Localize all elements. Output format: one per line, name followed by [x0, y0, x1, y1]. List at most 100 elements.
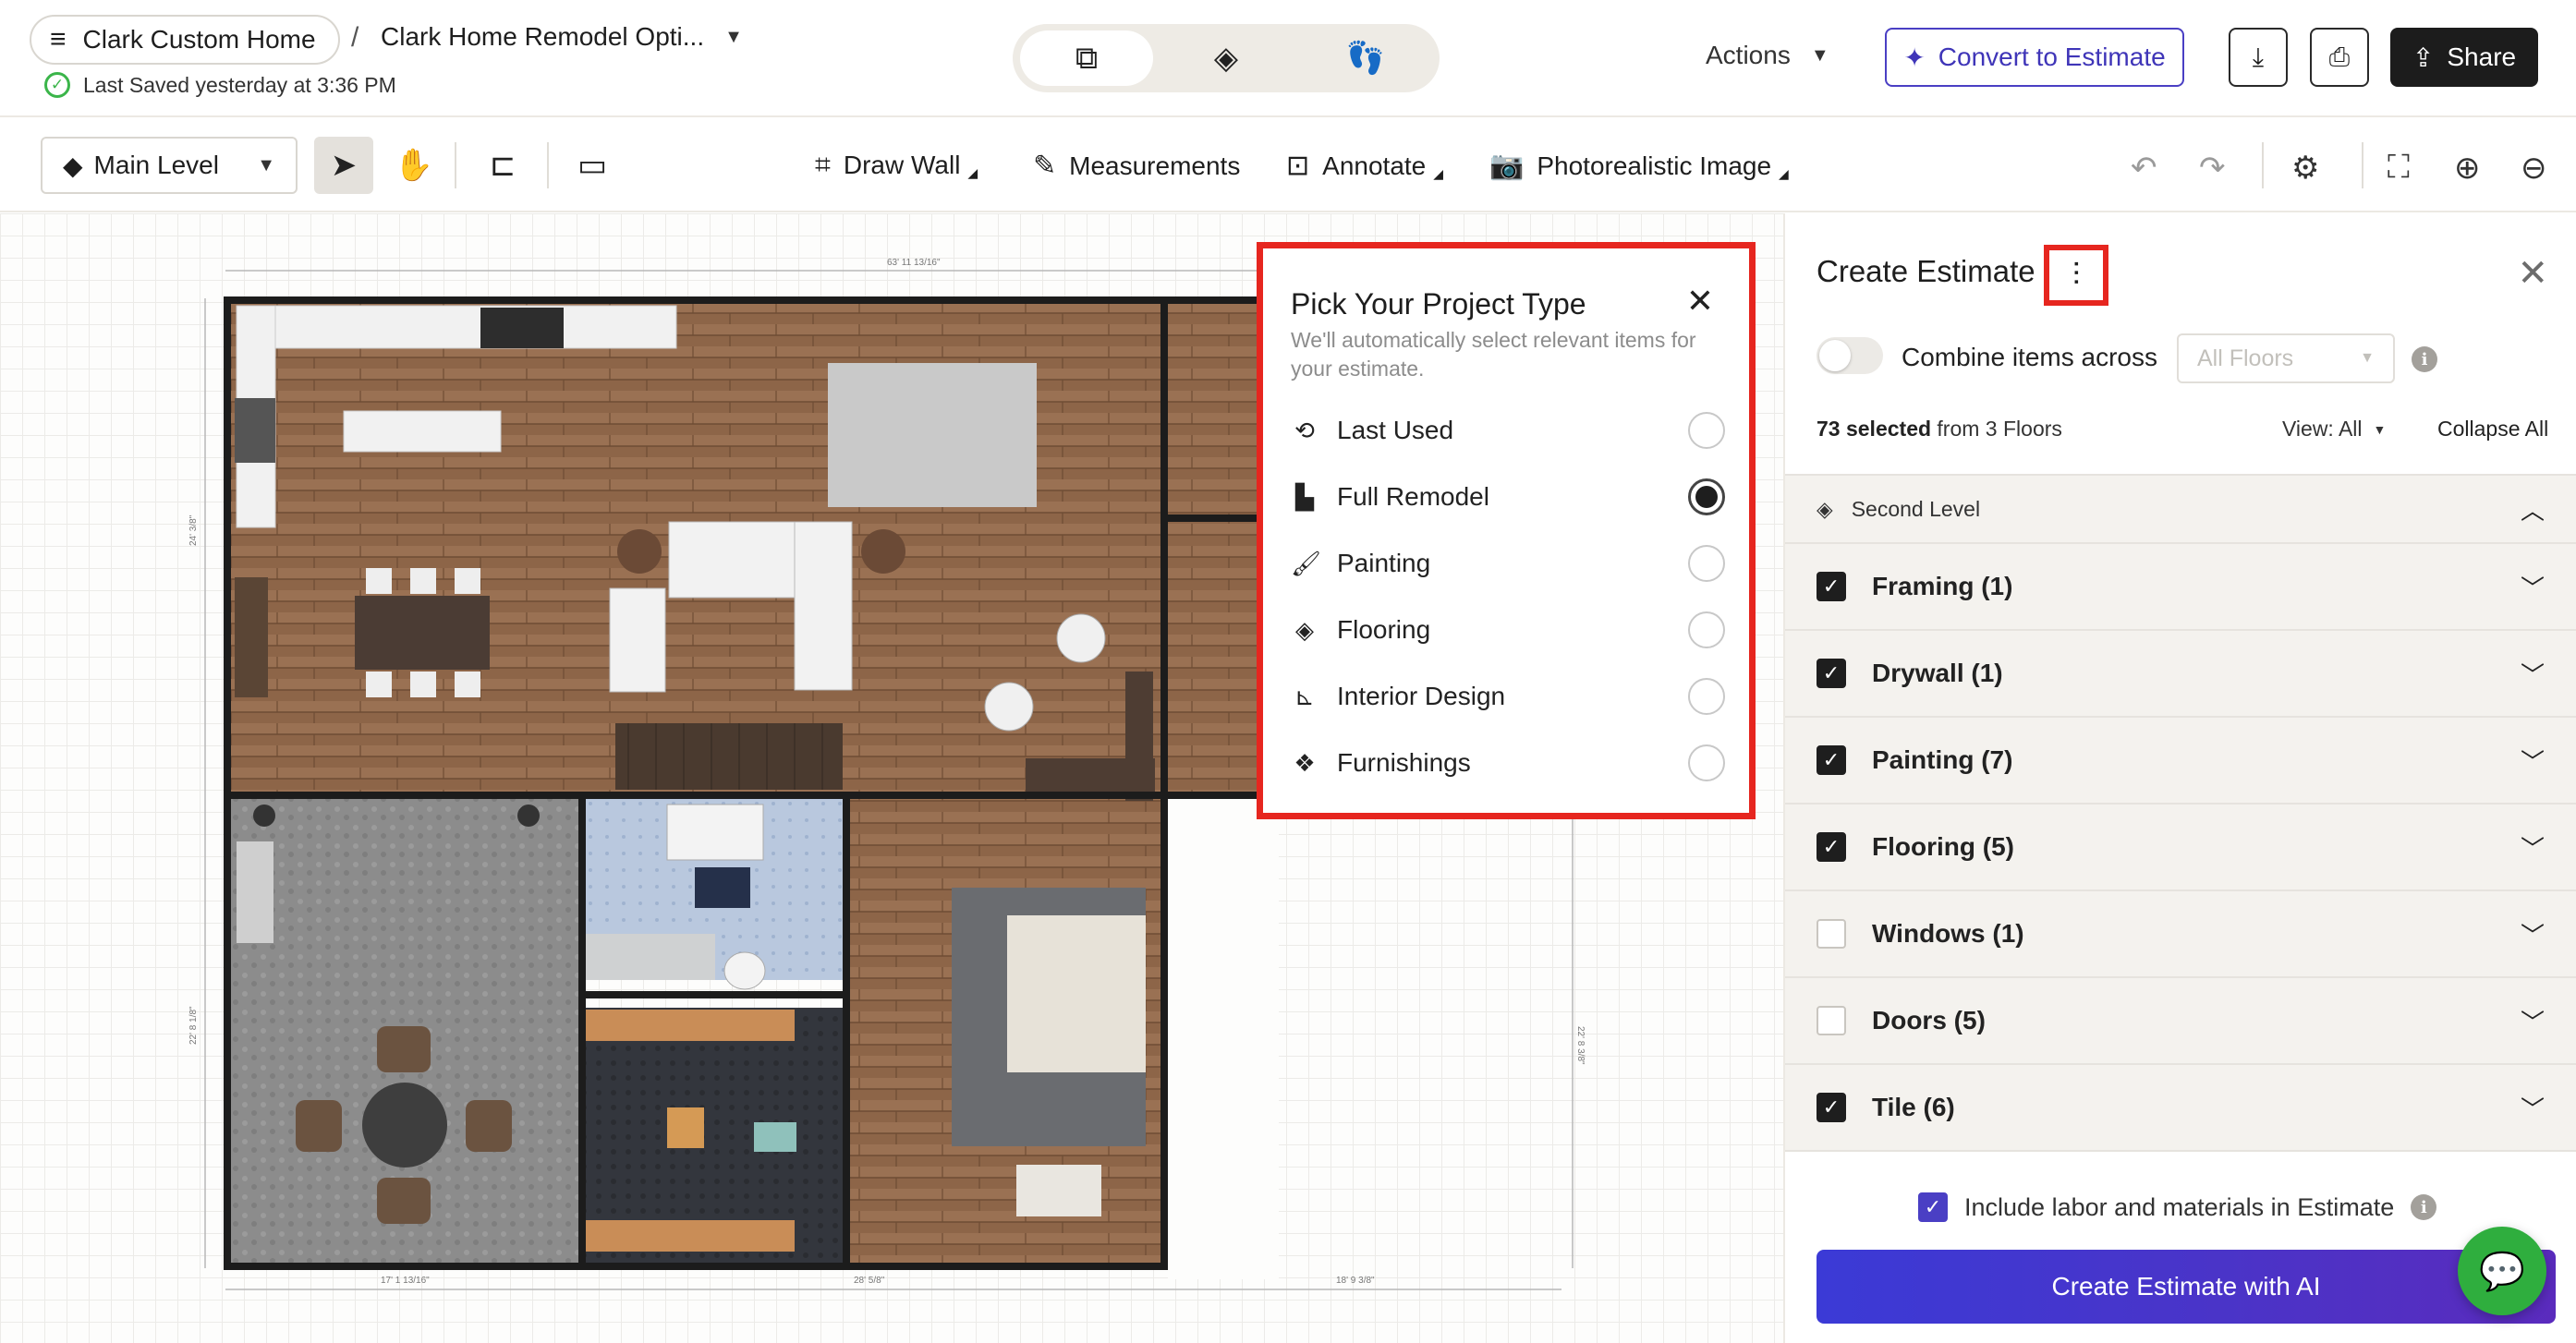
level-group-header[interactable]: ◈ Second Level ︿	[1785, 474, 2576, 544]
project-type-label: Flooring	[1337, 615, 1431, 644]
view-2d-button[interactable]: ⧉	[1020, 30, 1153, 86]
chevron-down-icon[interactable]: ﹀	[2521, 744, 2545, 778]
project-type-painting[interactable]: 🖌 Painting	[1291, 540, 1725, 587]
annotate-tool[interactable]: ⊡ Annotate ◢	[1286, 150, 1443, 182]
pointer-arrow-icon: ➤	[330, 148, 358, 183]
zoom-in-icon[interactable]: ⊕	[2454, 150, 2481, 187]
submenu-corner-icon: ◢	[1779, 166, 1789, 181]
chevron-down-icon[interactable]: ﹀	[2521, 830, 2545, 865]
floors-select[interactable]: All Floors ▼	[2177, 333, 2395, 383]
category-label: Tile (6)	[1872, 1093, 1955, 1121]
view-3d-button[interactable]: ◈	[1160, 30, 1293, 86]
project-type-radio[interactable]	[1688, 412, 1725, 449]
chevron-down-icon[interactable]: ﹀	[2521, 917, 2545, 951]
submenu-corner-icon: ◢	[967, 165, 978, 180]
actions-label: Actions	[1706, 41, 1791, 69]
dimension-label: 18' 9 3/8"	[1336, 1276, 1375, 1286]
sliders-icon[interactable]: ⫶	[2044, 245, 2108, 306]
redo-icon[interactable]: ↷	[2199, 150, 2226, 187]
undo-icon[interactable]: ↶	[2131, 150, 2157, 187]
breadcrumb-separator: /	[351, 22, 359, 53]
info-icon[interactable]: i	[2412, 346, 2437, 372]
close-icon[interactable]: ✕	[1686, 282, 1714, 321]
info-icon[interactable]: i	[2411, 1194, 2437, 1220]
category-row-painting[interactable]: ✓ Painting (7) ﹀	[1785, 718, 2576, 805]
panel-title: Create Estimate	[1817, 254, 2035, 288]
actions-menu[interactable]: Actions ▼	[1706, 41, 1829, 70]
combine-items-toggle[interactable]	[1817, 337, 1883, 374]
category-row-drywall[interactable]: ✓ Drywall (1) ﹀	[1785, 631, 2576, 718]
paint-brush-icon: 🖌	[1291, 549, 1322, 577]
fit-to-screen-icon[interactable]: ⛶	[2388, 150, 2410, 186]
convert-to-estimate-button[interactable]: ✦ Convert to Estimate	[1885, 28, 2184, 87]
include-labor-option[interactable]: ✓ Include labor and materials in Estimat…	[1918, 1192, 2437, 1222]
category-row-flooring[interactable]: ✓ Flooring (5) ﹀	[1785, 805, 2576, 891]
caret-down-icon: ▼	[724, 26, 743, 47]
project-type-full-remodel[interactable]: ▙ Full Remodel	[1291, 474, 1725, 520]
category-row-tile[interactable]: ✓ Tile (6) ﹀	[1785, 1065, 2576, 1152]
close-icon[interactable]: ✕	[2517, 252, 2548, 295]
category-row-doors[interactable]: Doors (5) ﹀	[1785, 978, 2576, 1065]
share-button[interactable]: ⇪ Share	[2390, 28, 2538, 87]
project-type-furnishings[interactable]: ❖ Furnishings	[1291, 740, 1725, 786]
project-type-radio[interactable]	[1688, 744, 1725, 781]
selected-count: 73 selected	[1817, 417, 1932, 441]
category-row-framing[interactable]: ✓ Framing (1) ﹀	[1785, 544, 2576, 631]
project-type-flooring[interactable]: ◈ Flooring	[1291, 607, 1725, 653]
category-checkbox[interactable]: ✓	[1817, 659, 1846, 688]
layers-icon: ◈	[1817, 496, 1833, 521]
collapse-all-button[interactable]: Collapse All	[2437, 417, 2548, 442]
print-button[interactable]: ⎙	[2310, 28, 2369, 87]
include-labor-checkbox[interactable]: ✓	[1918, 1192, 1948, 1222]
project-type-interior-design[interactable]: ⊾ Interior Design	[1291, 673, 1725, 720]
download-button[interactable]: ⤓	[2229, 28, 2288, 87]
design-selector[interactable]: Clark Home Remodel Opti... ▼	[381, 22, 743, 52]
include-labor-label: Include labor and materials in Estimate	[1964, 1192, 2395, 1221]
project-type-radio[interactable]	[1688, 678, 1725, 715]
category-row-windows[interactable]: Windows (1) ﹀	[1785, 891, 2576, 978]
view-walkthrough-button[interactable]: 👣	[1299, 30, 1432, 86]
category-checkbox[interactable]	[1817, 1006, 1846, 1035]
gear-icon[interactable]: ⚙	[2291, 150, 2319, 187]
category-checkbox[interactable]: ✓	[1817, 745, 1846, 775]
project-type-radio[interactable]	[1688, 545, 1725, 582]
select-tool[interactable]: ➤	[314, 137, 373, 194]
pan-tool[interactable]: ✋	[392, 137, 436, 194]
toolbar-divider	[547, 142, 549, 188]
chevron-down-icon[interactable]: ﹀	[2521, 657, 2545, 691]
chevron-down-icon[interactable]: ﹀	[2521, 570, 2545, 604]
zoom-out-icon[interactable]: ⊖	[2521, 150, 2547, 187]
project-type-radio[interactable]	[1688, 478, 1725, 515]
app-header: ≡ Clark Custom Home / Clark Home Remodel…	[0, 0, 2576, 117]
project-type-label: Painting	[1337, 549, 1431, 577]
view-mode-toggle: ⧉ ◈ 👣	[1013, 24, 1440, 92]
submenu-corner-icon: ◢	[1433, 166, 1444, 181]
chevron-down-icon[interactable]: ﹀	[2521, 1004, 2545, 1038]
popup-title: Pick Your Project Type	[1291, 287, 1586, 321]
dimension-label: 17' 1 13/16"	[381, 1276, 430, 1286]
project-type-radio[interactable]	[1688, 611, 1725, 648]
level-selector[interactable]: ◆ Main Level ▼	[41, 137, 298, 194]
category-label: Painting (7)	[1872, 745, 2013, 774]
category-checkbox[interactable]	[1817, 919, 1846, 949]
draw-wall-tool[interactable]: ⌗ Draw Wall ◢	[815, 150, 978, 181]
measurements-tool[interactable]: ✎ Measurements	[1033, 150, 1240, 182]
project-type-last-used[interactable]: ⟲ Last Used	[1291, 407, 1725, 454]
footsteps-icon: 👣	[1345, 41, 1386, 76]
category-checkbox[interactable]: ✓	[1817, 1093, 1846, 1122]
chat-button[interactable]: 💬	[2458, 1227, 2546, 1315]
category-checkbox[interactable]: ✓	[1817, 832, 1846, 862]
category-checkbox[interactable]: ✓	[1817, 572, 1846, 601]
hand-icon: ✋	[394, 148, 434, 183]
chevron-down-icon[interactable]: ﹀	[2521, 1091, 2545, 1125]
magnet-tool[interactable]: ⊏	[479, 137, 527, 194]
view-filter[interactable]: View: All ▼	[2282, 417, 2386, 442]
comment-tool[interactable]: ▭	[571, 137, 614, 194]
photorealistic-image-tool[interactable]: 📷 Photorealistic Image ◢	[1489, 150, 1789, 182]
create-estimate-button[interactable]: Create Estimate with AI	[1817, 1250, 2556, 1324]
project-menu-button[interactable]: ≡ Clark Custom Home	[30, 15, 340, 65]
draw-wall-icon: ⌗	[815, 150, 831, 180]
design-name: Clark Home Remodel Opti...	[381, 22, 705, 51]
printer-icon: ⎙	[2328, 42, 2351, 71]
caret-down-icon: ▼	[1810, 44, 1829, 66]
